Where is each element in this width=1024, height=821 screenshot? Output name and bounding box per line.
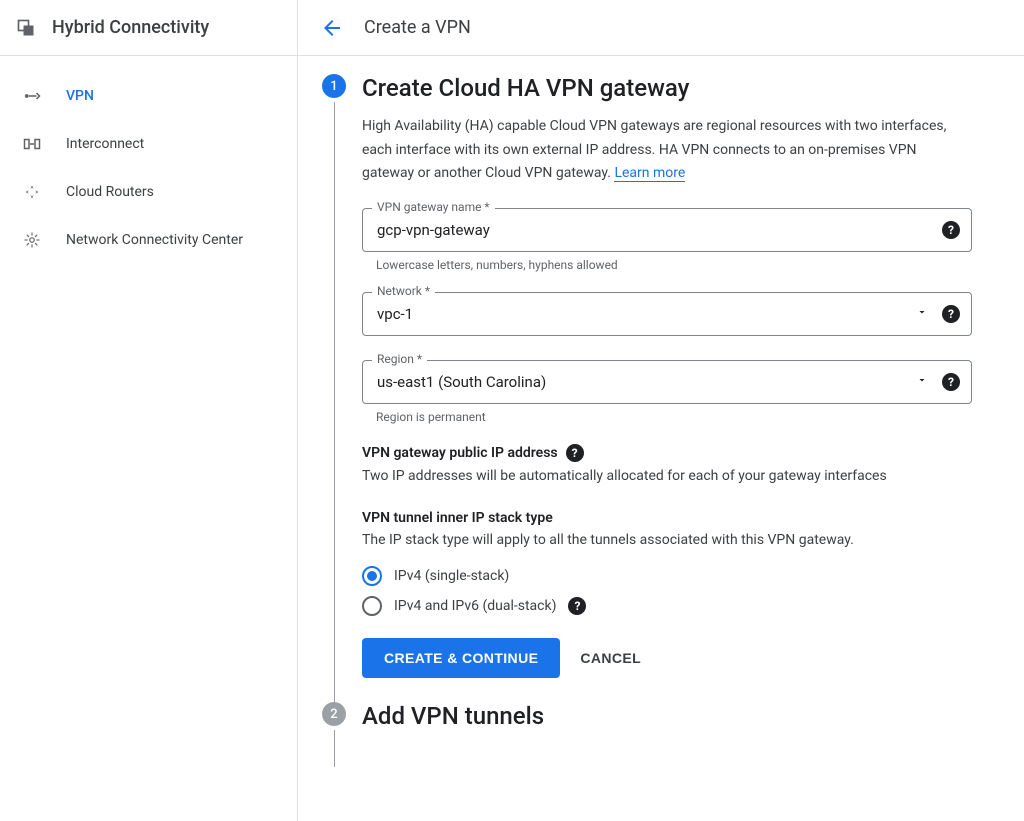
network-label: Network * xyxy=(372,284,435,298)
help-icon[interactable]: ? xyxy=(942,373,960,391)
radio-icon-unchecked xyxy=(362,596,382,616)
create-continue-button[interactable]: CREATE & CONTINUE xyxy=(362,638,560,678)
sidebar-item-vpn[interactable]: VPN xyxy=(0,72,297,120)
step-2-number: 2 xyxy=(322,702,346,726)
step-1-number: 1 xyxy=(322,74,346,98)
cloud-routers-icon xyxy=(22,182,42,202)
step-1-indicator: 1 xyxy=(322,74,346,702)
sidebar-item-label: Interconnect xyxy=(66,136,144,152)
interconnect-icon xyxy=(22,134,42,154)
step-line xyxy=(334,102,335,702)
back-button[interactable] xyxy=(320,16,344,40)
network-field: Network * vpc-1 ? xyxy=(362,292,972,336)
step-2: 2 Add VPN tunnels xyxy=(322,702,1000,767)
sidebar-item-label: Network Connectivity Center xyxy=(66,232,243,248)
stack-type-label: VPN tunnel inner IP stack type xyxy=(362,510,1000,526)
vpn-gateway-name-helper: Lowercase letters, numbers, hyphens allo… xyxy=(376,258,1000,272)
step-line xyxy=(334,730,335,767)
page-title: Create a VPN xyxy=(364,17,471,38)
main: Create a VPN 1 Create Cloud HA VPN gatew… xyxy=(298,0,1024,821)
radio-dual-label: IPv4 and IPv6 (dual-stack) xyxy=(394,598,556,614)
stack-type-label-text: VPN tunnel inner IP stack type xyxy=(362,510,553,526)
region-helper: Region is permanent xyxy=(376,410,1000,424)
step-1: 1 Create Cloud HA VPN gateway High Avail… xyxy=(322,74,1000,702)
public-ip-label-text: VPN gateway public IP address xyxy=(362,445,558,461)
network-value: vpc-1 xyxy=(377,305,413,323)
main-header: Create a VPN xyxy=(298,0,1024,56)
radio-icon-checked xyxy=(362,566,382,586)
sidebar-title: Hybrid Connectivity xyxy=(52,17,209,38)
content: 1 Create Cloud HA VPN gateway High Avail… xyxy=(298,56,1024,821)
ncc-icon xyxy=(22,230,42,250)
button-row: CREATE & CONTINUE CANCEL xyxy=(362,638,1000,678)
learn-more-link[interactable]: Learn more xyxy=(614,165,685,182)
sidebar-item-label: VPN xyxy=(66,88,94,104)
region-label: Region * xyxy=(372,352,427,366)
sidebar: Hybrid Connectivity VPN Interconnect Clo… xyxy=(0,0,298,821)
help-icon[interactable]: ? xyxy=(566,444,584,462)
region-field: Region * us-east1 (South Carolina) ? xyxy=(362,360,972,404)
radio-ipv4[interactable]: IPv4 (single-stack) xyxy=(362,566,1000,586)
sidebar-item-ncc[interactable]: Network Connectivity Center xyxy=(0,216,297,264)
chevron-down-icon xyxy=(916,374,928,390)
vpn-gateway-name-field: VPN gateway name * ? xyxy=(362,208,972,252)
public-ip-text: Two IP addresses will be automatically a… xyxy=(362,468,1000,484)
radio-ipv4-label: IPv4 (single-stack) xyxy=(394,568,509,584)
radio-ipv4-ipv6[interactable]: IPv4 and IPv6 (dual-stack) ? xyxy=(362,596,1000,616)
network-select[interactable]: vpc-1 xyxy=(362,292,972,336)
stack-type-text: The IP stack type will apply to all the … xyxy=(362,532,1000,548)
step-1-description: High Availability (HA) capable Cloud VPN… xyxy=(362,115,972,186)
vpn-gateway-name-input[interactable] xyxy=(362,208,972,252)
help-icon[interactable]: ? xyxy=(942,305,960,323)
vpn-gateway-name-label: VPN gateway name * xyxy=(372,200,495,214)
cancel-button[interactable]: CANCEL xyxy=(580,650,641,666)
step-1-title: Create Cloud HA VPN gateway xyxy=(362,74,1000,103)
step-2-indicator: 2 xyxy=(322,702,346,767)
sidebar-header: Hybrid Connectivity xyxy=(0,0,297,56)
sidebar-item-interconnect[interactable]: Interconnect xyxy=(0,120,297,168)
sidebar-item-cloud-routers[interactable]: Cloud Routers xyxy=(0,168,297,216)
hybrid-connectivity-icon xyxy=(16,18,36,38)
sidebar-nav: VPN Interconnect Cloud Routers Network C… xyxy=(0,56,297,264)
public-ip-label: VPN gateway public IP address ? xyxy=(362,444,1000,462)
help-icon[interactable]: ? xyxy=(568,597,586,615)
sidebar-item-label: Cloud Routers xyxy=(66,184,154,200)
step-2-title: Add VPN tunnels xyxy=(362,702,1000,731)
vpn-icon xyxy=(22,86,42,106)
chevron-down-icon xyxy=(916,306,928,322)
region-value: us-east1 (South Carolina) xyxy=(377,373,546,391)
region-select[interactable]: us-east1 (South Carolina) xyxy=(362,360,972,404)
help-icon[interactable]: ? xyxy=(942,221,960,239)
